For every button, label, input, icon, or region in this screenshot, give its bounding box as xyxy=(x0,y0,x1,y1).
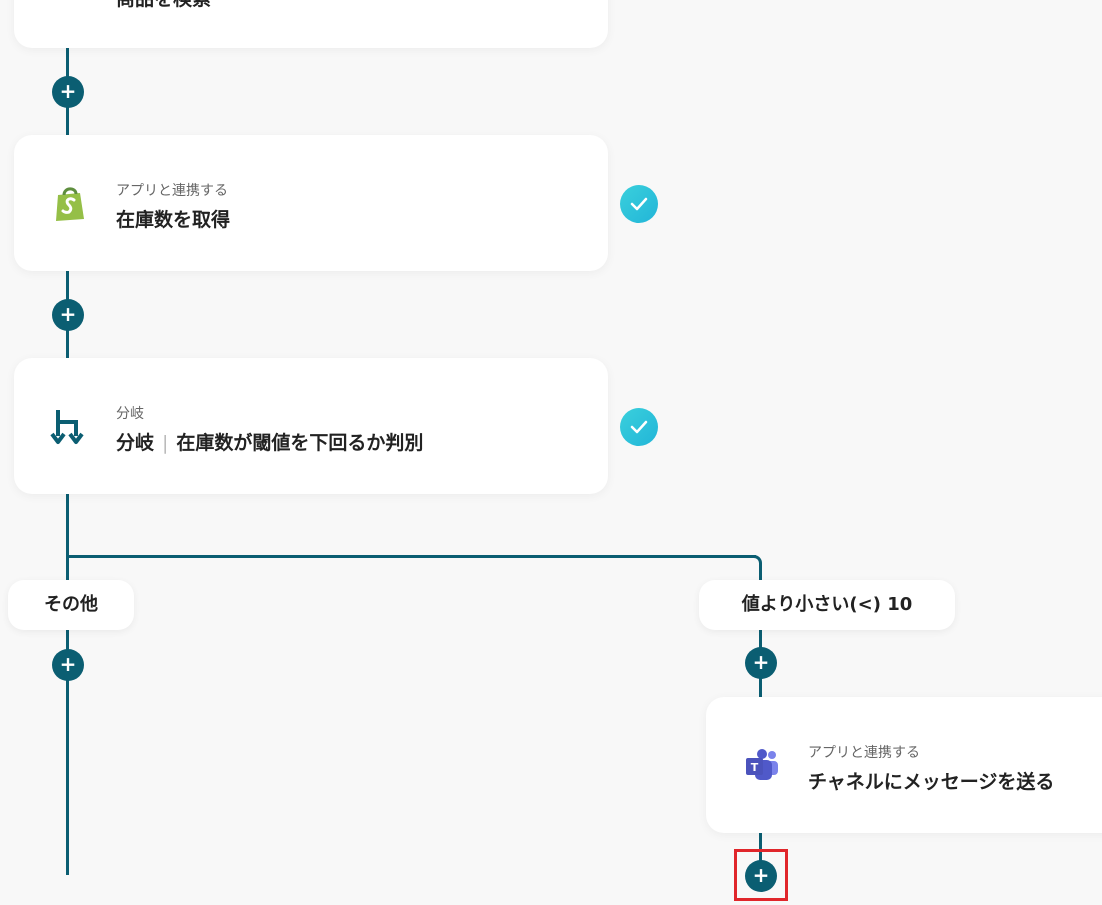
branch-label-condition[interactable]: 値より小さい(<) 10 xyxy=(699,580,955,630)
step-title-detail: 在庫数が閾値を下回るか判別 xyxy=(176,432,424,454)
teams-icon: T xyxy=(742,745,782,785)
step-title: 在庫数を取得 xyxy=(116,209,231,231)
branch-connector-horizontal xyxy=(66,555,756,558)
add-step-button[interactable]: + xyxy=(52,299,84,331)
step-card-teams[interactable]: T アプリと連携する チャネルにメッセージを送る xyxy=(706,697,1102,833)
flow-connector-main xyxy=(66,493,69,875)
add-step-button[interactable]: + xyxy=(745,647,777,679)
step-title-main: 分岐 xyxy=(116,432,155,454)
step-title: 分岐 | 在庫数が閾値を下回るか判別 xyxy=(116,428,423,455)
step-card-search[interactable]: 商品を検索 xyxy=(14,0,608,48)
step-card-shopify[interactable]: アプリと連携する 在庫数を取得 xyxy=(14,135,608,271)
svg-text:T: T xyxy=(751,761,759,774)
step-title: 商品を検索 xyxy=(116,0,211,11)
highlight-box xyxy=(734,849,788,901)
check-icon xyxy=(620,185,658,223)
branch-label-other[interactable]: その他 xyxy=(8,580,134,630)
step-title: チャネルにメッセージを送る xyxy=(808,771,1055,793)
add-step-button[interactable]: + xyxy=(52,649,84,681)
step-subtitle: 分岐 xyxy=(116,406,144,422)
step-subtitle: アプリと連携する xyxy=(808,745,920,761)
step-card-branch[interactable]: 分岐 分岐 | 在庫数が閾値を下回るか判別 xyxy=(14,358,608,494)
shopify-icon xyxy=(50,183,90,223)
branch-icon xyxy=(50,406,90,446)
title-separator: | xyxy=(162,432,169,454)
step-subtitle: アプリと連携する xyxy=(116,183,228,199)
add-step-button[interactable]: + xyxy=(52,76,84,108)
check-icon xyxy=(620,408,658,446)
